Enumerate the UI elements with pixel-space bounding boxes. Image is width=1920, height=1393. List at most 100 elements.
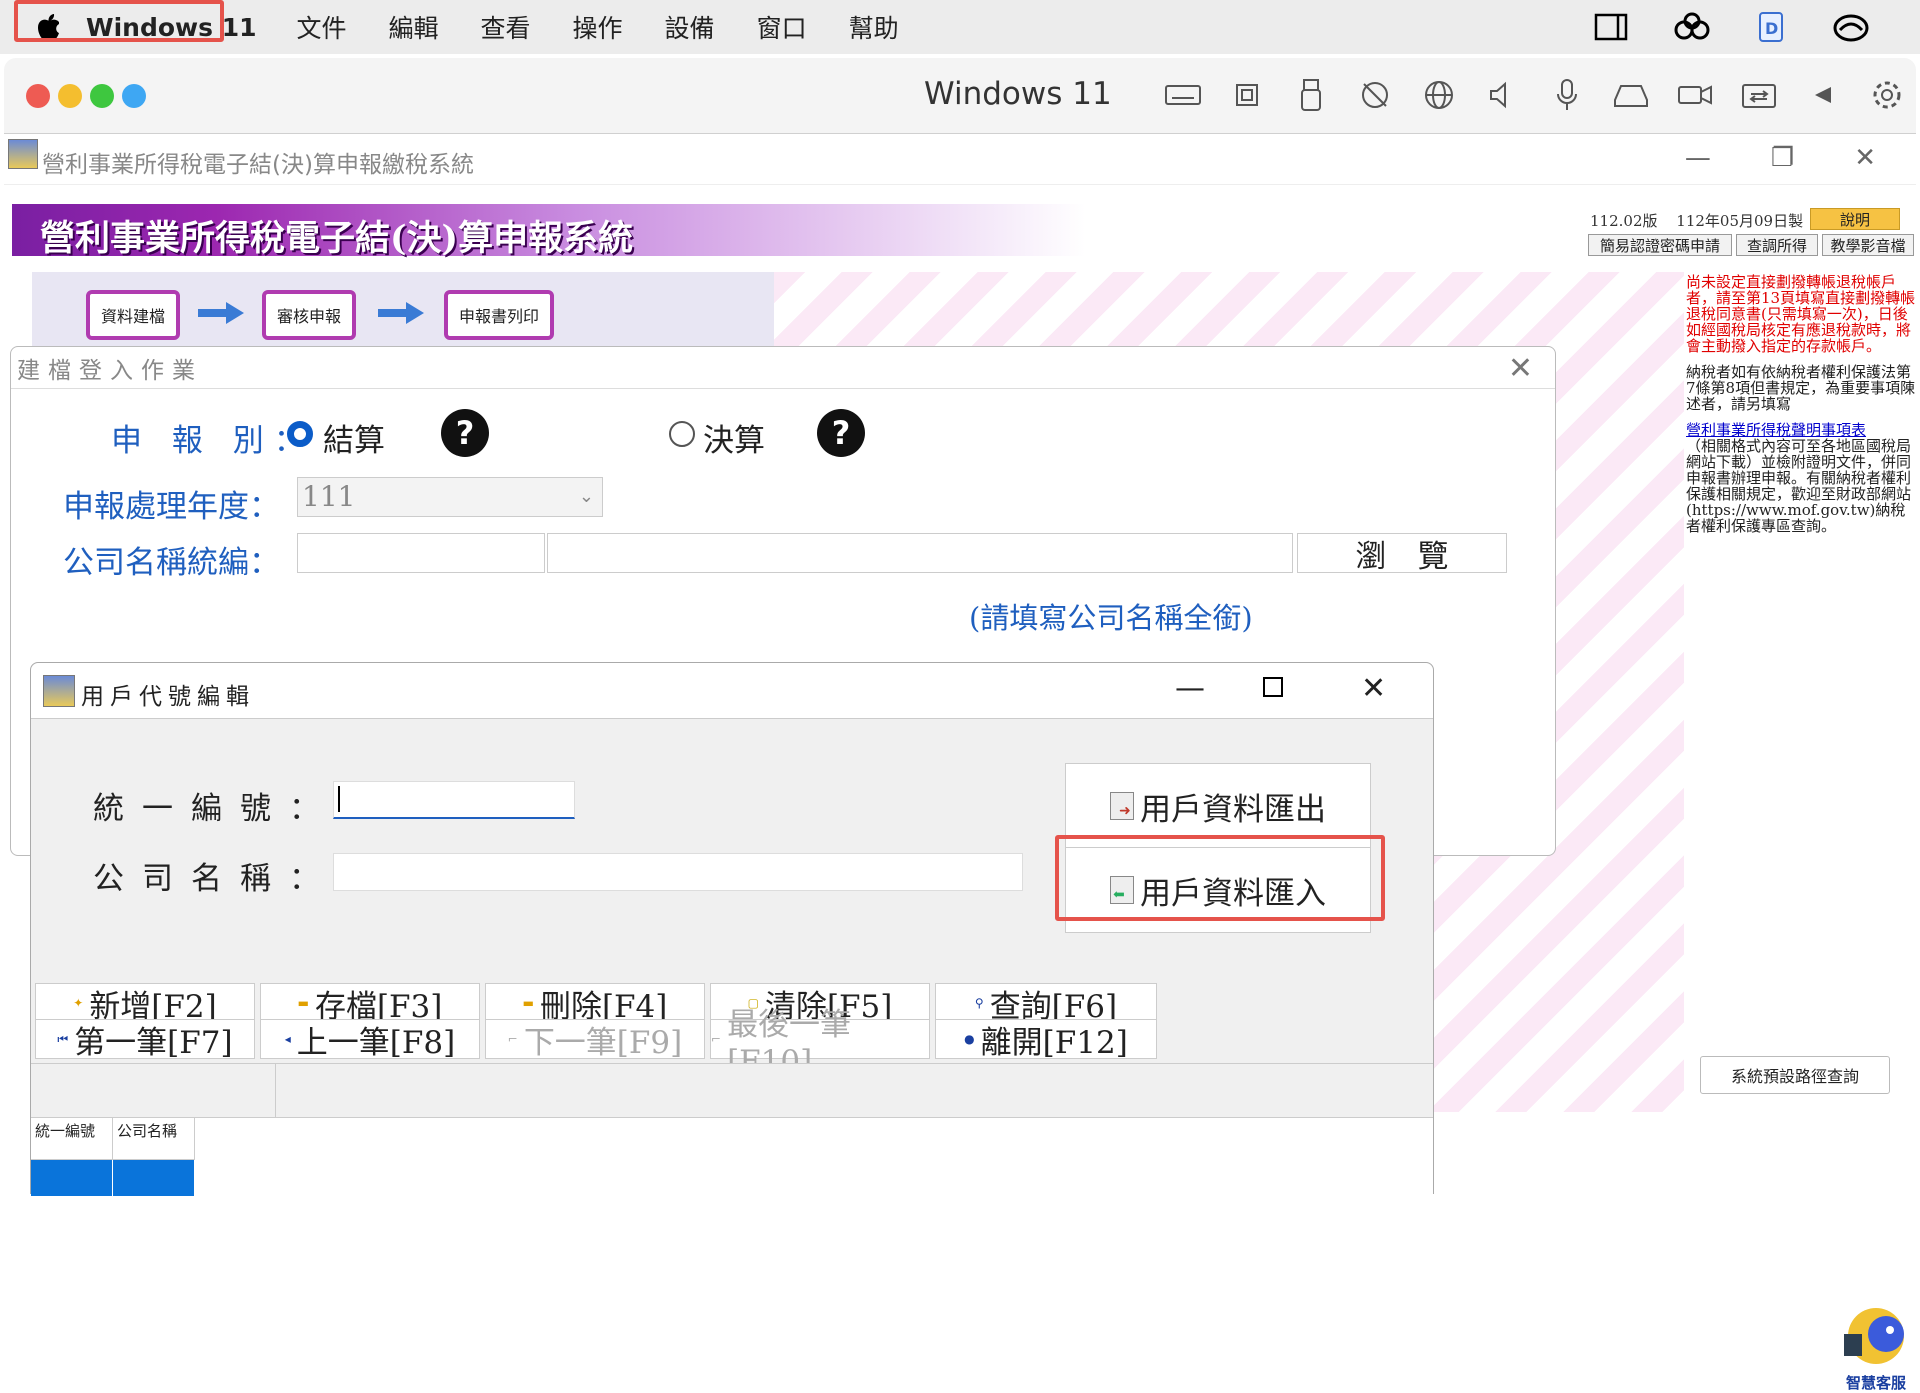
company-name-input[interactable] (547, 533, 1293, 573)
workflow-bar: 資料建檔 審核申報 申報書列印 (32, 272, 774, 348)
help-question-icon[interactable]: ? (441, 409, 489, 457)
next-record-button[interactable]: ⌐ 下一筆[F9] (485, 1019, 705, 1061)
first-label: 第一筆[F7] (74, 1024, 233, 1061)
minimize-traffic-light-icon[interactable] (58, 84, 82, 108)
previous-record-button[interactable]: ◂ 上一筆[F8] (260, 1019, 480, 1061)
company-name-field[interactable] (333, 853, 1023, 891)
svg-text:D: D (1765, 19, 1778, 38)
keyboard-icon[interactable] (1164, 76, 1202, 114)
vm-window-toolbar: Windows 11 (4, 58, 1916, 134)
next-label: 下一筆[F9] (523, 1024, 683, 1061)
banner-title: 營利事業所得稅電子結(決)算申報系統 (40, 218, 634, 259)
menu-file[interactable]: 文件 (296, 9, 346, 45)
status-divider (275, 1064, 276, 1118)
first-icon: ⏮ (57, 1031, 69, 1046)
restore-icon[interactable]: ❐ (1771, 143, 1794, 173)
grid-selected-cell[interactable] (31, 1160, 113, 1196)
notice-panel: 尚未設定直接劃撥轉帳退稅帳戶者，請至第13頁填寫直接劃撥轉帳退稅同意書(只需填寫… (1686, 274, 1916, 534)
year-select[interactable]: 111 ⌄ (297, 477, 603, 517)
company-id-input[interactable] (297, 533, 545, 573)
menu-view[interactable]: 查看 (481, 9, 531, 45)
delete-icon: ▬ (522, 996, 534, 1010)
zoom-traffic-light-icon[interactable] (90, 84, 114, 108)
tutorial-video-link[interactable]: 教學影音檔 (1822, 234, 1914, 256)
grid-header-company-name[interactable]: 公司名稱 (113, 1118, 195, 1160)
last-record-button[interactable]: ⌐ 最後一筆[F10] (710, 1007, 930, 1080)
password-apply-link[interactable]: 簡易認證密碼申請 (1588, 234, 1732, 256)
network-globe-icon[interactable] (1420, 76, 1458, 114)
entry-dialog-close-icon[interactable]: ✕ (1508, 351, 1533, 386)
next-icon: ⌐ (507, 1032, 518, 1046)
maximize-icon[interactable] (1263, 677, 1283, 697)
help-question-icon[interactable]: ? (817, 409, 865, 457)
previous-label: 上一筆[F8] (296, 1024, 456, 1061)
video-camera-icon[interactable] (1676, 76, 1714, 114)
menu-devices[interactable]: 設備 (665, 9, 715, 45)
creative-cloud-icon[interactable] (1672, 8, 1710, 46)
fullscreen-traffic-light-icon[interactable] (122, 84, 146, 108)
entry-dialog-title: 建檔登入作業 (11, 347, 1555, 389)
statement-form-link[interactable]: 營利事業所得稅聲明事項表 (1686, 422, 1916, 438)
year-value: 111 (302, 480, 356, 513)
year-label: 申報處理年度： (63, 489, 280, 525)
highlight-windows11-menu (14, 0, 224, 42)
flow-data-entry-button[interactable]: 資料建檔 (86, 290, 180, 340)
menu-window[interactable]: 窗口 (757, 9, 807, 45)
income-query-link[interactable]: 查調所得 (1736, 234, 1818, 256)
radio-settlement-label: 結算 (323, 423, 385, 459)
status-strip (31, 1063, 1433, 1118)
minimize-icon[interactable]: — (1175, 671, 1205, 706)
close-traffic-light-icon[interactable] (26, 84, 50, 108)
sidebar-icon[interactable] (1592, 8, 1630, 46)
flow-print-button[interactable]: 申報書列印 (444, 290, 554, 340)
smart-service-bot[interactable]: 智慧客服 (1836, 1304, 1916, 1392)
menu-edit[interactable]: 編輯 (389, 9, 439, 45)
rights-notice: 納稅者如有依納稅者權利保護法第7條第8項但書規定，為重要事項陳述者，請另填寫 (1686, 363, 1916, 413)
exit-button[interactable]: ● 離開[F12] (935, 1019, 1157, 1061)
app-content: 營利事業所得稅電子結(決)算申報系統 112.02版 112年05月09日製 說… (10, 186, 1916, 1392)
radio-liquidation[interactable] (669, 421, 695, 447)
close-icon[interactable]: ✕ (1854, 143, 1876, 173)
camera-off-icon[interactable] (1356, 76, 1394, 114)
document-app-icon[interactable]: D (1752, 8, 1790, 46)
company-label: 公司名稱統編： (63, 545, 280, 581)
chevron-down-icon: ⌄ (578, 486, 594, 507)
app-logo-icon (43, 675, 75, 707)
menu-actions[interactable]: 操作 (573, 9, 623, 45)
speaker-icon[interactable] (1484, 76, 1522, 114)
first-record-button[interactable]: ⏮ 第一筆[F7] (35, 1019, 255, 1061)
tax-id-label: 統一編號： (93, 791, 338, 827)
browse-button[interactable]: 瀏 覽 (1297, 533, 1507, 575)
company-name-label: 公司名稱： (93, 861, 338, 897)
settings-gear-icon[interactable] (1868, 76, 1906, 114)
shared-folder-icon[interactable] (1740, 76, 1778, 114)
rights-detail: （相關格式內容可至各地區國稅局網站下載）並檢附證明文件，併同申報書辦理申報。有關… (1686, 437, 1912, 535)
drive-icon[interactable] (1612, 76, 1650, 114)
help-button[interactable]: 說明 (1810, 208, 1900, 230)
text-cursor (338, 786, 340, 812)
vm-toolbar-icons (1164, 76, 1906, 114)
tax-id-input[interactable] (333, 781, 575, 819)
flow-review-button[interactable]: 審核申報 (262, 290, 356, 340)
minimize-icon[interactable]: — (1685, 143, 1711, 173)
version-info: 112.02版 112年05月09日製 (1590, 210, 1803, 231)
menu-help[interactable]: 幫助 (849, 9, 899, 45)
export-icon: ➜ (1110, 792, 1134, 820)
refund-notice: 尚未設定直接劃撥轉帳退稅帳戶者，請至第13頁填寫直接劃撥轉帳退稅同意書(只需填寫… (1686, 273, 1916, 355)
cloud-sync-icon[interactable] (1832, 8, 1870, 46)
close-icon[interactable]: ✕ (1361, 671, 1386, 706)
search-icon: ⚲ (974, 996, 984, 1010)
previous-icon: ◂ (284, 1032, 291, 1046)
system-path-query-button[interactable]: 系統預設路徑查詢 (1700, 1056, 1890, 1094)
save-icon: ▬ (297, 996, 309, 1010)
cpu-icon[interactable] (1228, 76, 1266, 114)
version-text: 112.02版 (1590, 212, 1658, 230)
radio-settlement[interactable] (287, 421, 313, 447)
microphone-icon[interactable] (1548, 76, 1586, 114)
grid-header-tax-id[interactable]: 統一編號 (31, 1118, 113, 1160)
app-title-bar: 營利事業所得稅電子結(決)算申報繳稅系統 — ❐ ✕ (4, 135, 1916, 185)
grid-selected-cell[interactable] (113, 1160, 195, 1196)
usb-icon[interactable] (1292, 76, 1330, 114)
exit-icon: ● (964, 1032, 975, 1046)
back-arrow-icon[interactable] (1804, 76, 1842, 114)
